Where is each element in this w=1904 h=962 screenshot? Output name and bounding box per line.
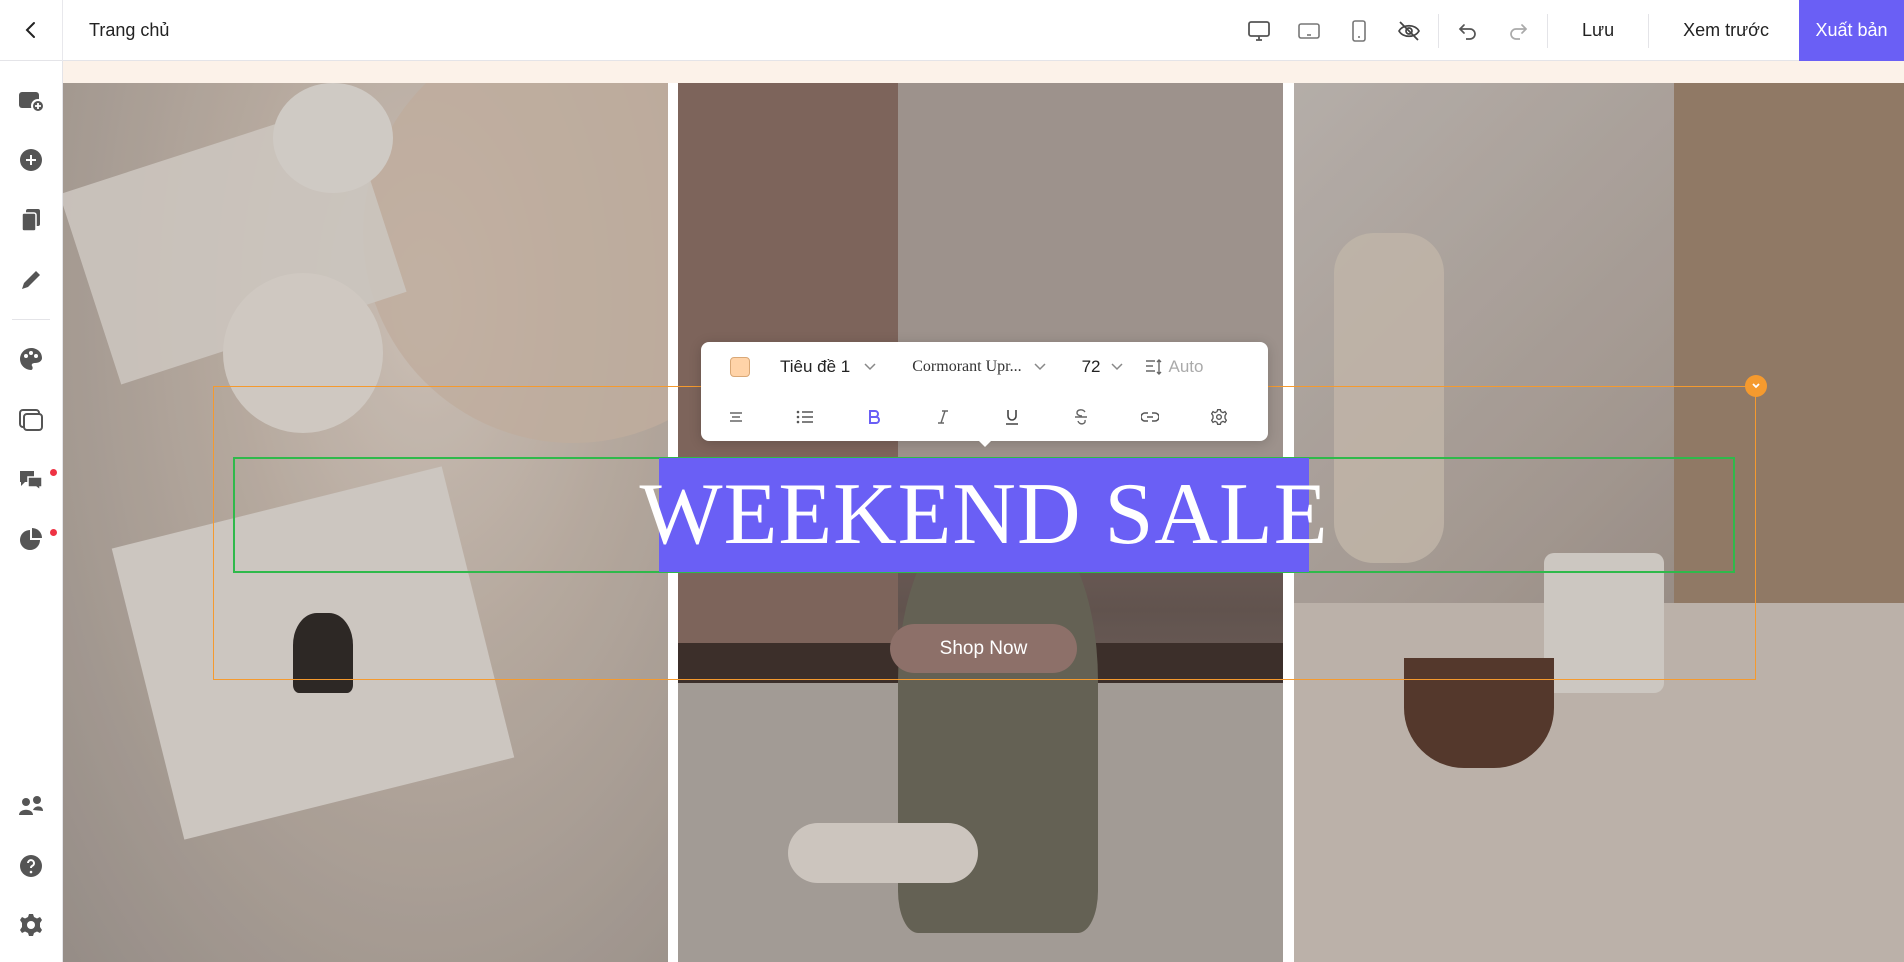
sidebar-item-chat[interactable] [0,457,62,501]
align-center-icon [729,411,742,422]
page-title: Trang chủ [89,19,170,40]
notification-dot [50,529,57,536]
divider [1648,13,1650,48]
underline-icon [1005,409,1018,425]
sidebar-item-pages[interactable] [0,198,62,242]
shop-now-button[interactable]: Shop Now [890,624,1077,673]
align-button[interactable] [701,392,770,441]
sidebar-item-theme[interactable] [0,337,62,381]
chevron-down-icon [1034,362,1046,370]
back-button[interactable] [0,0,63,61]
font-size-select[interactable]: 72 [1082,349,1123,385]
header-strip [63,61,1904,83]
list-icon [796,410,813,423]
popup-icon [19,409,43,431]
publish-button[interactable]: Xuất bản [1799,0,1904,61]
preview-button[interactable]: Xem trước [1653,0,1799,61]
mobile-view-button[interactable] [1334,0,1384,61]
undo-button[interactable] [1443,0,1493,61]
settings-icon [20,914,42,936]
sidebar-item-add-section[interactable] [0,79,62,123]
tablet-view-button[interactable] [1284,0,1334,61]
help-icon [20,855,42,877]
strikethrough-button[interactable] [1046,392,1115,441]
integrations-icon [19,796,43,815]
palette-icon [20,348,42,370]
chevron-left-icon [25,22,35,38]
chevron-down-icon [864,362,876,370]
font-family-select[interactable]: Cormorant Upr... [912,349,1046,385]
section-menu-handle[interactable] [1745,375,1767,397]
sidebar-item-add-element[interactable] [0,138,62,182]
mobile-icon [1352,19,1366,42]
text-color-swatch[interactable] [730,356,750,377]
text-style-select[interactable]: Tiêu đề 1 [780,349,876,385]
divider [1547,13,1549,48]
italic-button[interactable] [908,392,977,441]
chevron-down-icon [1110,362,1123,370]
eye-off-icon [1398,20,1421,41]
link-icon [1140,411,1159,422]
sidebar-divider [12,319,50,320]
desktop-icon [1248,20,1270,41]
pen-icon [22,271,40,289]
tablet-icon [1298,22,1320,39]
underline-button[interactable] [977,392,1046,441]
toolbar-pointer [976,438,994,447]
add-element-icon [20,149,42,171]
headline-selection[interactable]: WEEKEND SALE [640,458,1328,572]
sidebar-item-popup[interactable] [0,397,62,441]
link-button[interactable] [1115,392,1184,441]
chat-icon [20,471,43,491]
bold-button[interactable] [839,392,908,441]
save-button[interactable]: Lưu [1552,0,1644,61]
line-height-icon [1145,358,1161,375]
undo-icon [1458,23,1476,40]
desktop-view-button[interactable] [1234,0,1284,61]
redo-icon [1510,23,1528,40]
sidebar-item-settings[interactable] [0,903,62,947]
hide-elements-button[interactable] [1384,0,1434,61]
analytics-icon [20,528,42,550]
hero-headline[interactable]: WEEKEND SALE [640,471,1329,559]
text-settings-button[interactable] [1184,392,1253,441]
left-sidebar [0,61,63,962]
italic-icon [937,409,948,424]
pages-icon [21,209,40,232]
sidebar-item-design[interactable] [0,258,62,302]
divider [1438,13,1440,48]
top-bar: Trang chủ Lưu Xem trước Xuất bản [0,0,1904,61]
notification-dot [50,469,57,476]
strikethrough-icon [1074,408,1087,425]
redo-button[interactable] [1493,0,1543,61]
sidebar-item-help[interactable] [0,844,62,888]
text-format-toolbar: Tiêu đề 1 Cormorant Upr... 72 Auto [701,342,1268,441]
line-height-control[interactable]: Auto [1145,349,1203,385]
sidebar-item-integrations[interactable] [0,784,62,828]
top-actions: Lưu Xem trước Xuất bản [1234,0,1904,61]
bold-icon [868,409,880,424]
list-button[interactable] [770,392,839,441]
add-section-icon [19,92,44,113]
chevron-down-icon [1752,383,1760,389]
sidebar-item-analytics[interactable] [0,517,62,561]
gear-icon [1210,408,1227,425]
